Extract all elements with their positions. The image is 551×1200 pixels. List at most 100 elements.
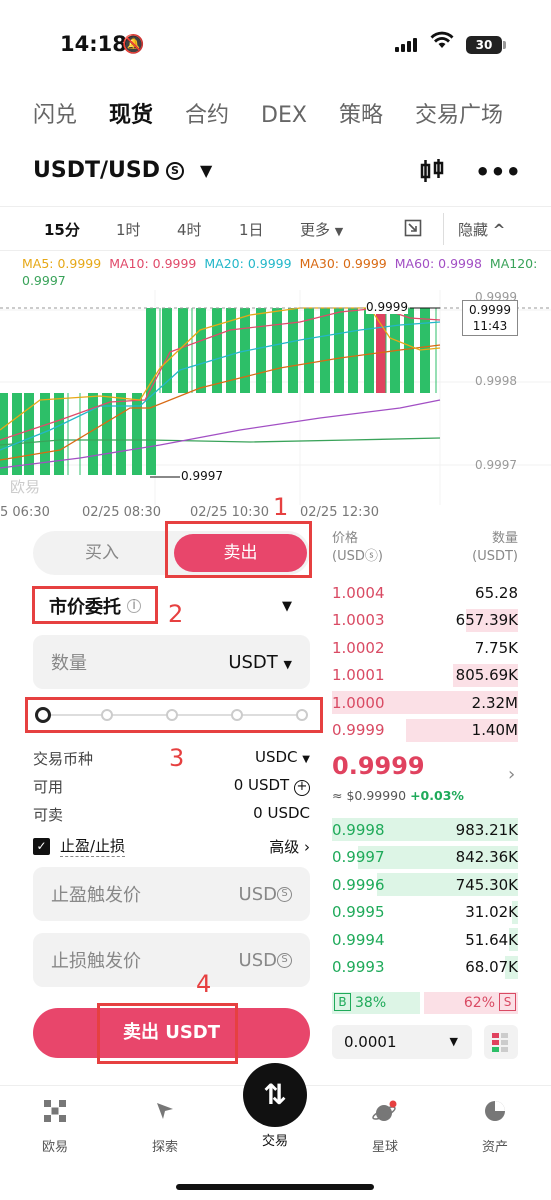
last-price-usd: ≈ $0.99990	[332, 788, 407, 803]
chevron-down-icon: ▼	[334, 225, 344, 238]
bid-qty: 983.21K	[455, 820, 518, 839]
buy-ratio: 38%	[355, 995, 387, 1011]
stop-loss-unit: USD S	[239, 950, 292, 971]
status-bar: 14:18 🔕 30	[0, 0, 551, 90]
pair-selector[interactable]: USDT/USD S ▼	[33, 158, 212, 183]
take-profit-input[interactable]: 止盈触发价 USD S	[33, 867, 310, 921]
tab-strategy[interactable]: 策略	[323, 96, 399, 136]
annotation-number-3: 3	[169, 744, 185, 772]
nav-trade-label[interactable]: 交易	[240, 1130, 310, 1149]
interval-15m[interactable]: 15分	[44, 219, 80, 240]
quantity-unit-selector[interactable]: USDT ▼	[228, 652, 292, 673]
status-time: 14:18	[60, 32, 127, 56]
ma20-label: MA20: 0.9999	[204, 256, 292, 271]
ma-legend: MA5: 0.9999 MA10: 0.9999 MA20: 0.9999 MA30:…	[22, 255, 542, 289]
bid-qty: 842.36K	[455, 848, 518, 866]
nav-label: 星球	[371, 1140, 398, 1155]
stable-badge-icon: S	[165, 161, 184, 180]
orderbook-header: 价格 (USDⓢ) 数量 (USDT)	[332, 530, 518, 566]
precision-selector[interactable]: 0.0001 ▼	[332, 1025, 472, 1059]
trade-center-button[interactable]: ⇅	[243, 1063, 307, 1127]
ask-row[interactable]: 1.0003 657.39K	[332, 607, 518, 634]
interval-1h[interactable]: 1时	[116, 219, 141, 240]
bid-price: 0.9994	[332, 930, 385, 949]
ask-row[interactable]: 1.0001 805.69K	[332, 662, 518, 689]
hide-chart-button[interactable]: 隐藏 ^	[458, 219, 505, 240]
current-price: 0.9999	[469, 303, 511, 317]
available-label: 可用	[33, 778, 64, 796]
nav-explore[interactable]: 探索	[130, 1100, 200, 1155]
take-profit-placeholder: 止盈触发价	[51, 885, 141, 906]
bid-qty: 31.02K	[465, 903, 518, 921]
chart-settings-icon[interactable]	[404, 219, 422, 241]
sell-ratio: 62%	[463, 995, 495, 1011]
chevron-right-icon[interactable]: ›	[508, 764, 515, 785]
more-icon[interactable]: •••	[475, 158, 521, 190]
ask-row[interactable]: 0.9999 1.40M	[332, 717, 518, 744]
annotation-number-4: 4	[196, 970, 212, 998]
watermark-logo: 欧易	[10, 478, 41, 496]
planet-icon	[350, 1100, 420, 1126]
tpsl-checkbox[interactable]: ✓	[33, 837, 50, 855]
ask-price: 1.0000	[332, 693, 385, 712]
interval-more-label: 更多	[300, 221, 331, 239]
last-price: 0.9999	[332, 752, 425, 780]
bid-row[interactable]: 0.9998 983.21K	[332, 816, 518, 843]
buy-sell-ratio: B 38% 62% S	[332, 992, 518, 1014]
annotation-box-3	[25, 697, 323, 733]
trade-currency-label: 交易币种	[33, 750, 94, 768]
interval-1d[interactable]: 1日	[239, 219, 264, 240]
sell-tag: S	[499, 993, 516, 1011]
quantity-input[interactable]: 数量 USDT ▼	[33, 635, 310, 689]
chevron-up-icon: ^	[492, 221, 506, 239]
trade-currency-selector[interactable]: USDC ▼	[255, 748, 310, 769]
orderbook-layout-icon[interactable]	[484, 1025, 518, 1059]
price-unit: USD	[238, 883, 277, 905]
ma5-label: MA5: 0.9999	[22, 256, 102, 271]
tab-dex[interactable]: DEX	[245, 96, 323, 136]
sell-ratio-bar: 62% S	[424, 992, 518, 1014]
qty-header-group: 数量 (USDT)	[472, 530, 518, 566]
pie-chart-icon	[460, 1100, 530, 1126]
ask-row[interactable]: 1.0000 2.32M	[332, 689, 518, 716]
okx-logo-icon	[20, 1100, 90, 1126]
buy-tag: B	[334, 993, 351, 1011]
take-profit-unit: USD S	[239, 884, 292, 905]
price-chart[interactable]: 0.9999 0.9998 0.9997 0.9999 0.9997 欧易 0.…	[0, 290, 551, 518]
ask-row[interactable]: 1.0002 7.75K	[332, 634, 518, 661]
nav-label: 资产	[481, 1140, 508, 1155]
ask-price: 1.0003	[332, 611, 385, 629]
top-tabs: 闪兑 现货 合约 DEX 策略 交易广场	[0, 96, 551, 136]
bid-row[interactable]: 0.9997 842.36K	[332, 844, 518, 871]
ma60-label: MA60: 0.9998	[394, 256, 482, 271]
tab-spot[interactable]: 现货	[93, 96, 169, 136]
tab-swap[interactable]: 闪兑	[0, 96, 93, 136]
tab-futures[interactable]: 合约	[169, 96, 245, 136]
tpsl-label: 止盈/止损	[60, 837, 126, 857]
candlestick-icon[interactable]	[419, 158, 445, 190]
stable-badge-icon: S	[277, 953, 292, 968]
bid-row[interactable]: 0.9994 51.64K	[332, 926, 518, 953]
home-indicator[interactable]	[176, 1184, 374, 1190]
interval-more[interactable]: 更多 ▼	[300, 219, 343, 240]
ask-row[interactable]: 1.0004 65.28	[332, 579, 518, 606]
battery-tip	[503, 41, 506, 49]
nav-label: 探索	[151, 1140, 178, 1155]
last-price-sub: ≈ $0.99990 +0.03%	[332, 788, 464, 803]
buy-tab[interactable]: 买入	[33, 531, 171, 575]
add-funds-icon[interactable]: +	[294, 780, 310, 796]
bid-row[interactable]: 0.9993 68.07K	[332, 954, 518, 981]
nav-assets[interactable]: 资产	[460, 1100, 530, 1155]
bid-row[interactable]: 0.9995 31.02K	[332, 899, 518, 926]
nav-planet[interactable]: 星球	[350, 1100, 420, 1155]
bid-row[interactable]: 0.9996 745.30K	[332, 871, 518, 898]
tab-square[interactable]: 交易广场	[399, 96, 519, 136]
interval-4h[interactable]: 4时	[177, 219, 202, 240]
stop-loss-input[interactable]: 止损触发价 USD S	[33, 933, 310, 987]
nav-okx[interactable]: 欧易	[20, 1100, 90, 1155]
current-price-tag: 0.9999 11:43	[462, 300, 518, 336]
advanced-label: 高级	[269, 837, 300, 856]
bid-qty: 51.64K	[465, 930, 518, 949]
advanced-button[interactable]: 高级 ›	[269, 836, 310, 857]
available-amount: 0 USDT	[233, 776, 290, 794]
